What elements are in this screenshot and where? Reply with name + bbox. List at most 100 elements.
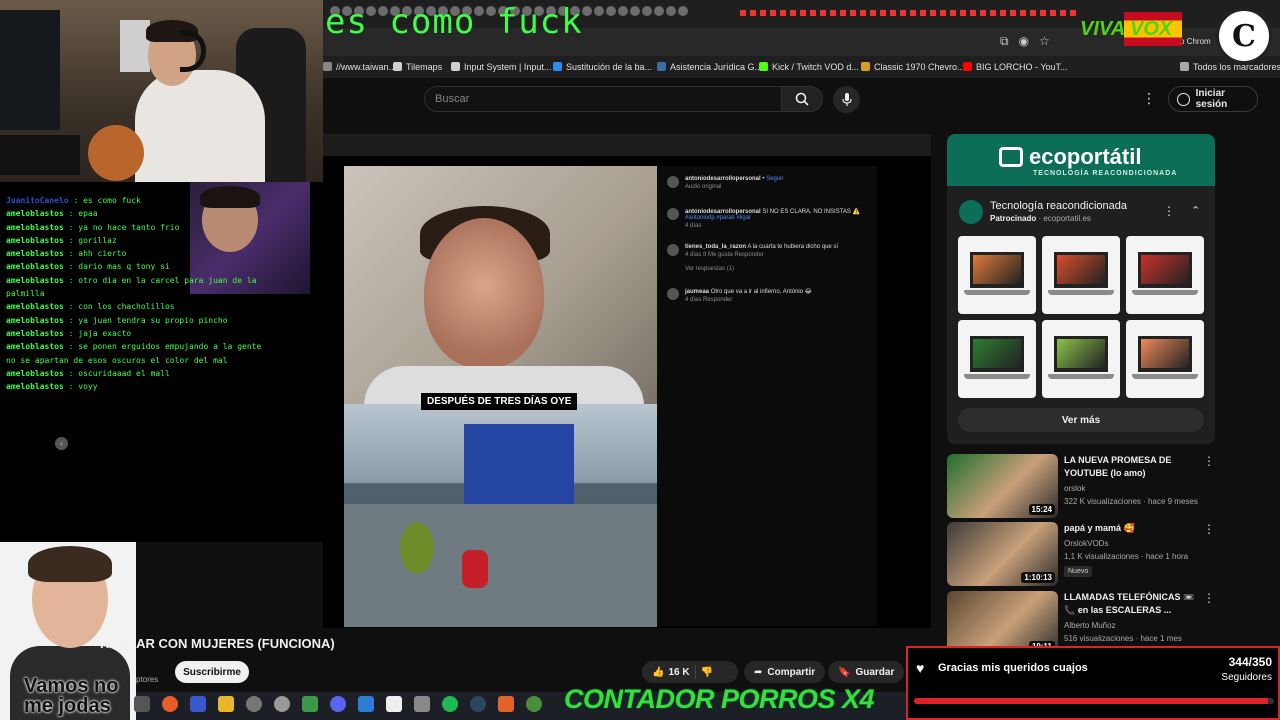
laptop-screen xyxy=(970,252,1024,288)
ad-title[interactable]: Tecnología reacondicionada xyxy=(990,200,1127,212)
app-icon[interactable] xyxy=(302,696,318,712)
video-menu-icon[interactable]: ⋮ xyxy=(1203,591,1215,605)
goal-count-text: 344/350 xyxy=(1228,655,1272,669)
ig-c1-text: A la cuarta te hubiera dicho que sí xyxy=(747,244,839,250)
ad-product[interactable] xyxy=(958,320,1036,398)
app-icon[interactable] xyxy=(386,696,402,712)
bookmark-item[interactable]: Asistencia Jurídica G... xyxy=(657,62,762,72)
chrome-icon[interactable] xyxy=(526,696,542,712)
discord-icon[interactable] xyxy=(330,696,346,712)
bookmark-item[interactable]: Classic 1970 Chevro... xyxy=(861,62,965,72)
app-icon[interactable] xyxy=(498,696,514,712)
chat-username[interactable]: ameloblastos xyxy=(6,382,64,391)
chat-message: ameloblastos : oscuridaaad el mall xyxy=(6,367,271,380)
recommended-video[interactable]: 15:24 LA NUEVA PROMESA DE YOUTUBE (lo amo… xyxy=(947,454,1237,518)
chat-separator: : xyxy=(63,235,79,245)
account-icon xyxy=(1177,92,1190,106)
chat-message: ameloblastos : se ponen erguidos empujan… xyxy=(6,340,271,367)
video-thumbnail[interactable]: 15:24 xyxy=(947,454,1058,518)
steam-icon[interactable] xyxy=(470,696,486,712)
profile-label[interactable]: o Chrom xyxy=(1180,37,1211,46)
ad-product-grid xyxy=(958,236,1204,398)
all-bookmarks-button[interactable]: Todos los marcadores xyxy=(1180,62,1280,72)
video-title[interactable]: LLAMADAS TELEFÓNICAS 📼📞 en las ESCALERAS… xyxy=(1064,591,1200,617)
video-duration: 1:10:13 xyxy=(1021,572,1055,583)
channel-name[interactable]: Alberto Muñoz xyxy=(1064,621,1116,630)
save-button[interactable]: 🔖 Guardar xyxy=(828,661,905,683)
folder-icon[interactable] xyxy=(218,696,234,712)
vscode-icon[interactable] xyxy=(358,696,374,712)
thumbs-down-icon[interactable]: 👎 xyxy=(701,667,713,678)
subscribe-button[interactable]: Suscribirme xyxy=(175,661,249,683)
video-title: HABLAR CON MUJERES (FUNCIONA) xyxy=(100,636,335,651)
bookmark-item[interactable]: Kick / Twitch VOD d... xyxy=(759,62,859,72)
chat-username[interactable]: ameloblastos xyxy=(6,302,64,311)
app-icon[interactable] xyxy=(134,696,150,712)
spotify-icon[interactable] xyxy=(442,696,458,712)
heart-icon: ♥ xyxy=(916,660,925,676)
bookmark-label: //www.taiwan... xyxy=(336,62,397,72)
bookmark-item[interactable]: Tilemaps xyxy=(393,62,442,72)
chat-username[interactable]: ameloblastos xyxy=(6,276,64,285)
ig-c2-user: jaumeaa xyxy=(685,289,710,295)
eye-icon[interactable]: ◉ xyxy=(1019,34,1029,49)
bookmark-item[interactable]: //www.taiwan... xyxy=(323,62,396,72)
bookmark-label: Classic 1970 Chevro... xyxy=(874,62,965,72)
settings-menu-icon[interactable]: ⋮ xyxy=(1142,90,1156,107)
ad-product[interactable] xyxy=(1126,236,1204,314)
chat-username[interactable]: ameloblastos xyxy=(6,236,64,245)
chat-username[interactable]: ameloblastos xyxy=(6,209,64,218)
video-menu-icon[interactable]: ⋮ xyxy=(1203,454,1215,468)
app-icon[interactable] xyxy=(190,696,206,712)
chat-messages: JuanitoCanelo : es como fuck ameloblastos… xyxy=(6,194,271,393)
like-button[interactable]: 👍 16 K xyxy=(652,667,690,678)
channel-name[interactable]: OrslokVODs xyxy=(1064,539,1108,548)
star-icon[interactable]: ☆ xyxy=(1039,34,1050,49)
chat-username[interactable]: ameloblastos xyxy=(6,249,64,258)
bookmark-item[interactable]: Sustitución de la ba... xyxy=(553,62,652,72)
share-button[interactable]: ➦ Compartir xyxy=(744,661,826,683)
recommended-video[interactable]: 1:10:13 papá y mamá 🥰 OrslokVODs 1,1 K visu… xyxy=(947,522,1237,586)
chat-username[interactable]: ameloblastos xyxy=(6,369,64,378)
chat-text: ya juan tendra su propio pincho xyxy=(78,315,228,325)
ad-product[interactable] xyxy=(1042,320,1120,398)
ad-product[interactable] xyxy=(958,236,1036,314)
ad-banner[interactable]: ecoportátil TECNOLOGÍA REACONDICIONADA xyxy=(947,134,1215,186)
chat-username[interactable]: ameloblastos xyxy=(6,329,64,338)
chat-username[interactable]: ameloblastos xyxy=(6,342,64,351)
ig-c1-replies[interactable]: Ver respuestas (1) xyxy=(685,266,838,272)
voice-search-button[interactable] xyxy=(833,86,860,113)
install-icon[interactable]: ⧉ xyxy=(1000,34,1009,49)
taskbar-icons xyxy=(134,696,542,712)
app-icon[interactable] xyxy=(162,696,178,712)
app-icon[interactable] xyxy=(414,696,430,712)
app-icon[interactable] xyxy=(274,696,290,712)
search-input[interactable]: Buscar xyxy=(424,86,782,112)
chat-username[interactable]: ameloblastos xyxy=(6,223,64,232)
ad-menu-icon[interactable]: ⋮ xyxy=(1163,204,1175,218)
video-title[interactable]: papá y mamá 🥰 xyxy=(1064,522,1200,535)
chat-username[interactable]: ameloblastos xyxy=(6,316,64,325)
chevron-up-icon[interactable]: ⌃ xyxy=(1191,204,1200,217)
instagram-comments-panel: antoniodesarrollopersonal • Seguir Audio… xyxy=(657,166,877,626)
video-title[interactable]: LA NUEVA PROMESA DE YOUTUBE (lo amo) xyxy=(1064,454,1200,480)
see-more-button[interactable]: Ver más xyxy=(958,408,1204,432)
chat-separator: : xyxy=(63,209,79,219)
bookmark-item[interactable]: BIG LORCHO - YouT... xyxy=(963,62,1068,72)
ad-product[interactable] xyxy=(1042,236,1120,314)
chat-username[interactable]: ameloblastos xyxy=(6,262,64,271)
search-button[interactable] xyxy=(781,86,823,112)
share-label: Compartir xyxy=(767,666,816,678)
chevron-left-icon[interactable]: ‹ xyxy=(55,437,68,450)
video-thumbnail[interactable]: 1:10:13 xyxy=(947,522,1058,586)
ad-product[interactable] xyxy=(1126,320,1204,398)
video-meta: 516 visualizaciones · hace 1 mes xyxy=(1064,634,1182,643)
chat-username[interactable]: JuanitoCanelo xyxy=(6,196,69,205)
video-menu-icon[interactable]: ⋮ xyxy=(1203,522,1215,536)
channel-name[interactable]: orslok xyxy=(1064,484,1085,493)
sponsored-ad-card[interactable]: ecoportátil TECNOLOGÍA REACONDICIONADA T… xyxy=(947,134,1215,444)
signin-button[interactable]: Iniciar sesión xyxy=(1168,86,1258,112)
app-icon[interactable] xyxy=(246,696,262,712)
laptop-base xyxy=(964,374,1030,379)
bookmark-item[interactable]: Input System | Input... xyxy=(451,62,551,72)
